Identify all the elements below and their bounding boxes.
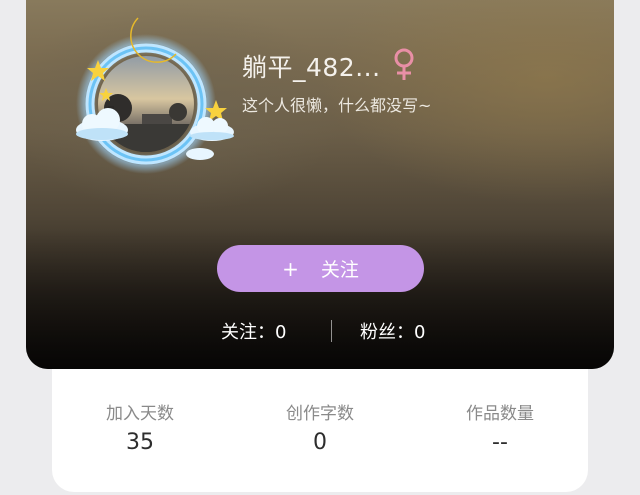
follow-label: 关注 — [320, 259, 359, 281]
stat-value: -- — [492, 430, 508, 455]
username: 躺平_482... — [242, 53, 381, 82]
stat-works-count: 作品数量 -- — [420, 402, 580, 458]
stat-label: 创作字数 — [286, 404, 354, 424]
bio: 这个人很懒，什么都没写~ — [242, 96, 432, 115]
fans-count[interactable]: 粉丝：0 — [360, 318, 425, 344]
stat-value: 0 — [313, 430, 327, 455]
following-label: 关注： — [221, 322, 275, 343]
following-count[interactable]: 关注：0 — [221, 318, 286, 344]
fans-value: 0 — [414, 322, 426, 343]
fans-label: 粉丝： — [360, 322, 414, 343]
follow-button[interactable]: + 关注 — [217, 245, 424, 292]
plus-icon: + — [282, 256, 299, 281]
stat-word-count: 创作字数 0 — [240, 402, 400, 458]
profile-header: 躺平_482... 这个人很懒，什么都没写~ + 关注 关注：0 粉丝：0 — [26, 0, 614, 369]
female-icon — [394, 48, 414, 80]
follow-counts: 关注：0 粉丝：0 — [26, 318, 614, 344]
avatar[interactable] — [46, 0, 246, 178]
divider — [331, 320, 332, 342]
stat-label: 作品数量 — [466, 404, 534, 424]
following-value: 0 — [275, 322, 287, 343]
avatar-frame — [76, 17, 234, 174]
stat-join-days: 加入天数 35 — [60, 402, 220, 458]
profile-screen: 加入天数 35 创作字数 0 作品数量 -- 躺平_482... 这个人很懒，什… — [0, 0, 640, 495]
stat-value: 35 — [126, 430, 154, 455]
stat-label: 加入天数 — [106, 404, 174, 424]
